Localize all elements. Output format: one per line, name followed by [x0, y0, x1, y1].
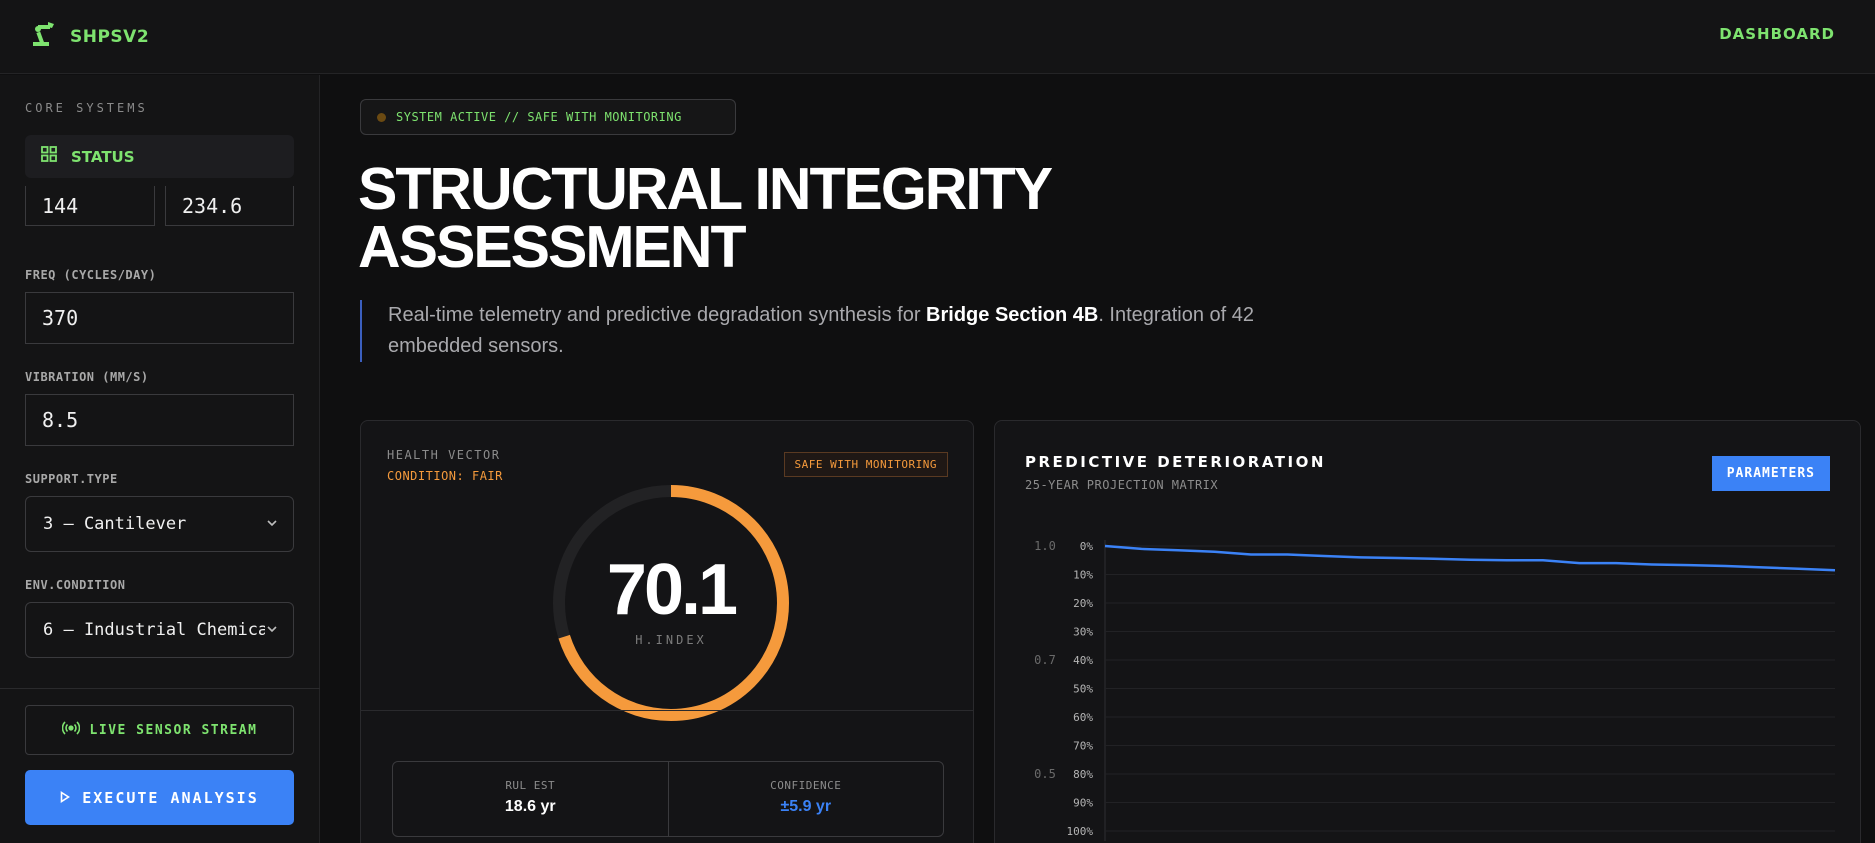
- condition-label: CONDITION: FAIR: [387, 469, 503, 483]
- right-axis-tick-label: 70%: [1073, 740, 1093, 753]
- status-dot-icon: [377, 112, 386, 122]
- rul-value: 18.6 yr: [504, 798, 556, 815]
- health-vector-label: HEALTH VECTOR: [387, 448, 501, 462]
- intro-bold: Bridge Section 4B: [926, 304, 1099, 326]
- page-title: STRUCTURAL INTEGRITY ASSESSMENT: [358, 156, 1158, 280]
- left-axis-tick-label: 0.7: [1034, 653, 1056, 667]
- intro-pre: Real-time telemetry and predictive degra…: [388, 304, 927, 326]
- page-title-line2: ASSESSMENT: [358, 214, 747, 280]
- deterioration-subtitle: 25-YEAR PROJECTION MATRIX: [1025, 478, 1219, 492]
- sidebar-divider: [0, 688, 320, 689]
- section-label: CORE SYSTEMS: [25, 101, 148, 115]
- param-input-2[interactable]: 234.6: [165, 186, 294, 226]
- health-index-value: 70.1: [606, 550, 738, 630]
- env-condition-select[interactable]: 6 — Industrial Chemical: [25, 602, 294, 658]
- intro-text: Real-time telemetry and predictive degra…: [360, 300, 1340, 362]
- live-sensor-stream-button[interactable]: LIVE SENSOR STREAM: [25, 705, 294, 755]
- rul-stat: RUL EST 18.6 yr: [393, 762, 668, 836]
- brand-name: SHPSV2: [70, 26, 150, 47]
- sidebar-item-label: STATUS: [71, 147, 135, 166]
- live-button-label: LIVE SENSOR STREAM: [89, 722, 258, 738]
- env-condition-value: 6 — Industrial Chemical: [43, 620, 279, 640]
- execute-button-label: EXECUTE ANALYSIS: [82, 788, 259, 807]
- param-input-1[interactable]: 144: [25, 186, 155, 226]
- parameters-button[interactable]: PARAMETERS: [1711, 456, 1830, 491]
- sidebar-item-status[interactable]: STATUS: [25, 135, 294, 178]
- rul-label: RUL EST: [505, 779, 556, 792]
- right-axis-tick-label: 30%: [1073, 626, 1093, 639]
- freq-label: FREQ (CYCLES/DAY): [25, 268, 157, 282]
- env-condition-label: ENV.CONDITION: [25, 578, 126, 592]
- chevron-down-icon: [265, 621, 279, 641]
- grid-icon: [41, 146, 57, 167]
- right-axis-tick-label: 90%: [1073, 797, 1093, 810]
- top-bar: SHPSV2 DASHBOARD: [0, 0, 1875, 74]
- card-divider: [361, 710, 973, 711]
- left-axis-tick-label: 1.0: [1034, 539, 1056, 553]
- status-badge: SAFE WITH MONITORING: [783, 452, 948, 477]
- right-axis-tick-label: 10%: [1073, 569, 1093, 582]
- deterioration-series-line: [1104, 544, 1836, 572]
- health-vector-card: HEALTH VECTOR CONDITION: FAIR SAFE WITH …: [360, 420, 974, 843]
- right-axis-tick-label: 100%: [1067, 825, 1094, 838]
- vibration-input[interactable]: 8.5: [25, 394, 294, 446]
- right-axis-tick-label: 60%: [1073, 711, 1093, 724]
- status-pill-text: SYSTEM ACTIVE // SAFE WITH MONITORING: [396, 110, 682, 124]
- play-icon: [60, 789, 71, 807]
- health-index-label: H.INDEX: [635, 633, 707, 647]
- sidebar: CORE SYSTEMS STATUS 144 234.6 FREQ (CYCL…: [0, 75, 320, 843]
- support-type-value: 3 — Cantilever: [43, 514, 187, 534]
- status-pill: SYSTEM ACTIVE // SAFE WITH MONITORING: [360, 99, 736, 135]
- left-axis-tick-label: 0.5: [1034, 767, 1056, 781]
- right-axis-tick-label: 80%: [1073, 768, 1093, 781]
- deterioration-chart: 0% 10% 20% 30% 40% 50% 60% 70% 80% 90% 100% 1.0 0.7 0…: [1034, 539, 1836, 841]
- vibration-label: VIBRATION (MM/S): [25, 370, 149, 384]
- support-type-label: SUPPORT.TYPE: [25, 472, 118, 486]
- broadcast-icon: [61, 721, 80, 739]
- deterioration-title: PREDICTIVE DETERIORATION: [1025, 453, 1326, 471]
- right-axis-tick-label: 20%: [1073, 597, 1093, 610]
- predictive-deterioration-card: PREDICTIVE DETERIORATION 25-YEAR PROJECT…: [994, 420, 1861, 843]
- execute-analysis-button[interactable]: EXECUTE ANALYSIS: [25, 770, 294, 825]
- confidence-label: CONFIDENCE: [770, 779, 842, 792]
- stats-panel: RUL EST 18.6 yr CONFIDENCE ±5.9 yr: [392, 761, 944, 837]
- right-axis-tick-label: 0%: [1080, 540, 1094, 553]
- support-type-select[interactable]: 3 — Cantilever: [25, 496, 294, 552]
- nav-dashboard-link[interactable]: DASHBOARD: [1719, 25, 1835, 43]
- right-axis-tick-label: 50%: [1073, 683, 1093, 696]
- confidence-stat: CONFIDENCE ±5.9 yr: [667, 762, 944, 836]
- right-axis-tick-label: 40%: [1073, 654, 1093, 667]
- freq-input[interactable]: 370: [25, 292, 294, 344]
- robot-arm-icon: [30, 20, 56, 53]
- brand[interactable]: SHPSV2: [30, 20, 149, 53]
- confidence-value: ±5.9 yr: [780, 798, 832, 815]
- page-title-line1: STRUCTURAL INTEGRITY: [358, 156, 1053, 222]
- chevron-down-icon: [265, 515, 279, 535]
